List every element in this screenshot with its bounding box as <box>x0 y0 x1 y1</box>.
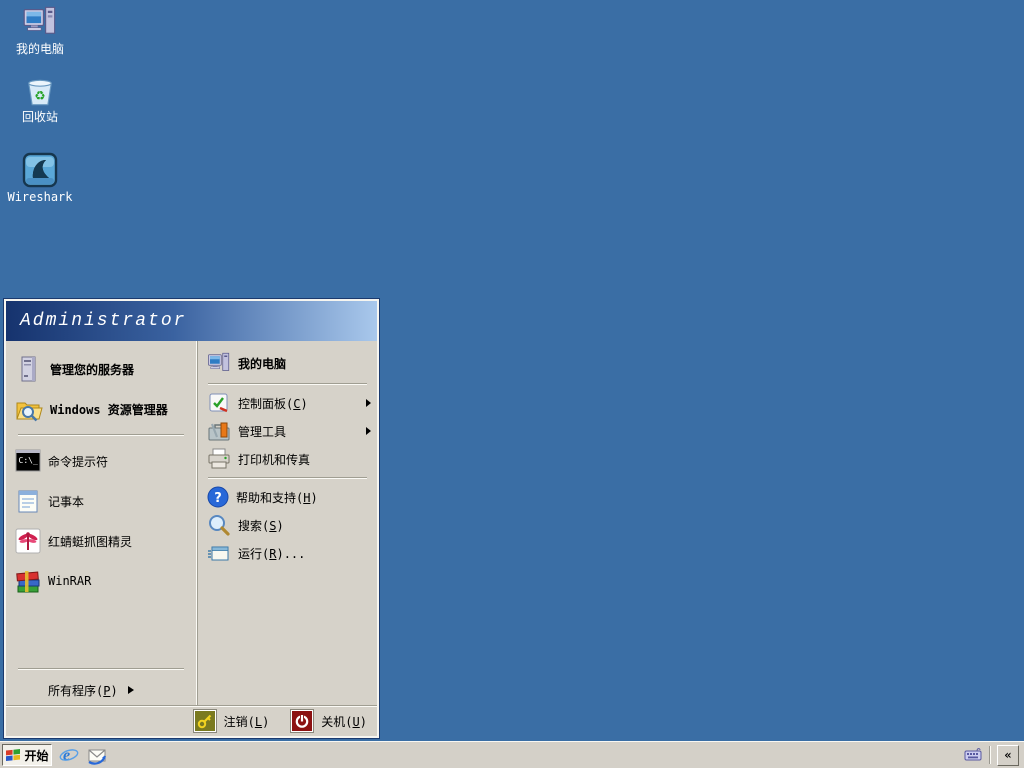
control-panel-icon <box>209 393 228 413</box>
red-dragonfly-icon <box>15 528 41 554</box>
separator <box>18 668 184 670</box>
desktop-icon-label: 我的电脑 <box>15 42 64 56</box>
taskbar: 开始 e « <box>0 741 1024 768</box>
shut-down-label[interactable]: 关机(U) <box>321 713 367 730</box>
search-icon <box>209 515 230 536</box>
quick-launch-outlook-express[interactable] <box>86 744 108 766</box>
help-icon: ? <box>207 486 229 508</box>
menu-item-label: 我的电脑 <box>238 356 287 371</box>
all-programs-arrow-icon <box>127 686 134 694</box>
power-icon <box>295 714 309 728</box>
system-tray: « <box>964 742 1024 768</box>
svg-text:♻: ♻ <box>35 84 45 104</box>
run-icon <box>208 546 229 561</box>
log-off-button[interactable] <box>192 709 217 733</box>
menu-item-label: 管理您的服务器 <box>50 362 135 377</box>
menu-item-label: 记事本 <box>48 494 85 509</box>
start-menu-user-banner: Administrator <box>6 301 377 341</box>
log-off-key-icon <box>197 714 211 729</box>
desktop-icon-my-computer[interactable]: 我的电脑 <box>4 4 76 56</box>
menu-item-label: Windows 资源管理器 <box>50 402 168 417</box>
start-menu-footer: 注销(L) 关机(U) <box>6 705 377 736</box>
start-menu-item-all-programs[interactable]: 所有程序(P) <box>6 675 196 705</box>
desktop: 我的电脑 ♻ 回收站 Wireshark Administrator 管理您的服… <box>0 0 1024 768</box>
svg-text:C:\_: C:\_ <box>19 456 38 465</box>
svg-text:?: ? <box>214 491 222 506</box>
winrar-icon <box>16 571 40 593</box>
start-menu-item-manage-your-server[interactable]: 管理您的服务器 <box>6 349 196 389</box>
menu-item-label: 控制面板(C) <box>238 396 308 411</box>
start-menu-item-command-prompt[interactable]: C:\_ 命令提示符 <box>6 441 196 481</box>
desktop-icon-label: 回收站 <box>21 110 58 124</box>
administrative-tools-icon <box>208 422 230 441</box>
start-menu-right-column: 我的电脑 控制面板(C) 管理工具 打印机和传真 ? 帮助和支持(H) 搜索(S… <box>197 341 377 705</box>
menu-item-label: 所有程序(P) <box>48 683 118 698</box>
log-off-label[interactable]: 注销(L) <box>224 713 270 730</box>
start-menu-item-notepad[interactable]: 记事本 <box>6 481 196 521</box>
separator <box>208 477 367 479</box>
start-menu-item-control-panel[interactable]: 控制面板(C) <box>198 389 377 417</box>
svg-text:e: e <box>63 747 70 764</box>
internet-explorer-icon: e <box>59 747 79 764</box>
wireshark-icon <box>22 152 58 188</box>
tray-separator <box>989 746 990 764</box>
start-menu-item-printers-and-faxes[interactable]: 打印机和传真 <box>198 445 377 473</box>
manage-server-icon <box>21 356 36 382</box>
tray-collapse-button[interactable]: « <box>997 744 1019 766</box>
start-menu-item-run[interactable]: 运行(R)... <box>198 539 377 567</box>
menu-item-label: 管理工具 <box>238 424 287 439</box>
my-computer-icon <box>208 352 230 371</box>
desktop-icon-wireshark[interactable]: Wireshark <box>4 152 76 204</box>
windows-logo-icon <box>6 749 21 762</box>
menu-item-label: 帮助和支持(H) <box>236 490 318 505</box>
input-method-keyboard-icon[interactable] <box>964 747 982 763</box>
separator <box>208 383 367 385</box>
menu-item-label: 运行(R)... <box>238 546 306 561</box>
start-menu: Administrator 管理您的服务器 Windows 资源管理器 C:\_… <box>3 298 380 739</box>
outlook-express-icon <box>88 749 107 765</box>
start-menu-item-red-dragonfly-capture[interactable]: 红蜻蜓抓图精灵 <box>6 521 196 561</box>
menu-item-label: 搜索(S) <box>238 518 284 533</box>
shut-down-button[interactable] <box>290 709 315 733</box>
menu-item-label: WinRAR <box>48 574 92 588</box>
menu-item-label: 红蜻蜓抓图精灵 <box>48 534 133 549</box>
recycle-bin-icon: ♻ <box>28 79 52 106</box>
desktop-icon-label: Wireshark <box>7 190 73 204</box>
command-prompt-icon: C:\_ <box>15 449 41 472</box>
submenu-arrow-icon <box>366 399 371 407</box>
start-menu-item-administrative-tools[interactable]: 管理工具 <box>198 417 377 445</box>
separator <box>18 434 184 436</box>
start-button-label: 开始 <box>24 748 49 763</box>
submenu-arrow-icon <box>366 427 371 435</box>
windows-explorer-icon <box>16 402 43 422</box>
user-name: Administrator <box>20 311 187 331</box>
menu-item-label: 命令提示符 <box>48 454 109 469</box>
start-button[interactable]: 开始 <box>2 744 52 766</box>
start-menu-item-my-computer[interactable]: 我的电脑 <box>198 347 377 379</box>
menu-item-label: 打印机和传真 <box>238 452 311 467</box>
start-menu-left-column: 管理您的服务器 Windows 资源管理器 C:\_ 命令提示符 记事本 红蜻蜓… <box>6 341 197 705</box>
start-menu-item-winrar[interactable]: WinRAR <box>6 561 196 601</box>
notepad-icon <box>18 490 38 513</box>
start-menu-item-help-and-support[interactable]: ? 帮助和支持(H) <box>198 483 377 511</box>
printer-icon <box>208 448 230 469</box>
quick-launch-internet-explorer[interactable]: e <box>58 744 80 766</box>
desktop-icon-recycle-bin[interactable]: ♻ 回收站 <box>4 72 76 124</box>
my-computer-icon <box>23 6 56 34</box>
start-menu-item-windows-explorer[interactable]: Windows 资源管理器 <box>6 389 196 429</box>
start-menu-item-search[interactable]: 搜索(S) <box>198 511 377 539</box>
